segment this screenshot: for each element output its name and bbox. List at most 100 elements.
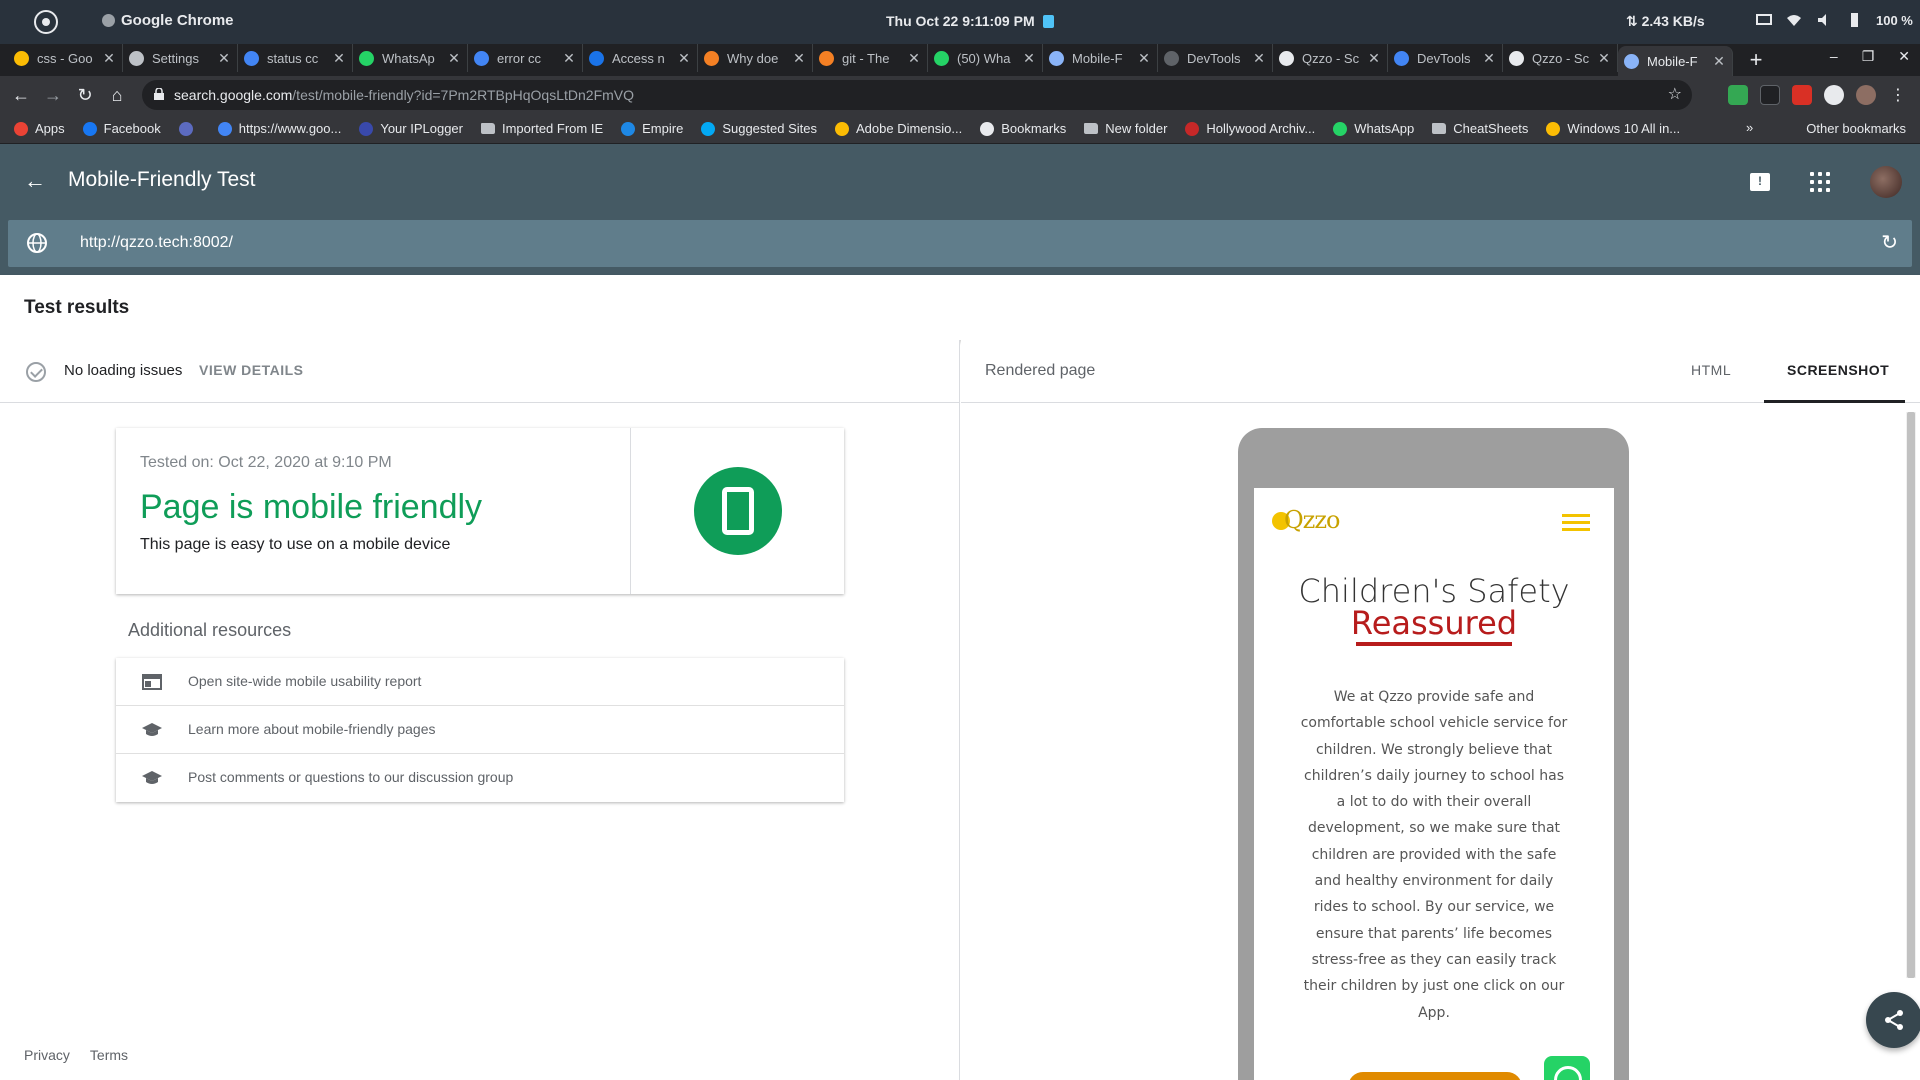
tab-close-icon[interactable]: ✕	[1367, 50, 1381, 67]
bookmarks-overflow-button[interactable]: »	[1746, 120, 1753, 135]
tab-favicon-icon	[474, 50, 489, 66]
extension-plug-icon[interactable]	[1760, 85, 1780, 105]
feedback-icon[interactable]	[1750, 173, 1770, 191]
tab-html[interactable]: HTML	[1691, 362, 1731, 378]
menu-kebab-icon[interactable]: ⋮	[1888, 85, 1908, 105]
home-icon[interactable]: ⌂	[104, 82, 130, 108]
tab-close-icon[interactable]: ✕	[1482, 50, 1496, 67]
battery-level: 100 %	[1876, 12, 1913, 28]
tab-label: Why doe	[727, 50, 779, 66]
bookmark-item[interactable]: Bookmarks	[980, 121, 1066, 136]
bookmark-item[interactable]: WhatsApp	[1333, 121, 1414, 136]
browser-tab[interactable]: Mobile-F ✕	[1043, 44, 1158, 72]
apps-grid-icon[interactable]	[1810, 172, 1830, 192]
tab-favicon-icon	[1049, 50, 1064, 66]
browser-tab[interactable]: DevTools ✕	[1388, 44, 1503, 72]
cta-button	[1348, 1072, 1522, 1080]
bookmark-item[interactable]: Imported From IE	[480, 121, 603, 136]
browser-tab[interactable]: Qzzo - Sc ✕	[1503, 44, 1618, 72]
address-bar[interactable]: search.google.com/test/mobile-friendly?i…	[142, 80, 1692, 110]
browser-tab[interactable]: WhatsAp ✕	[353, 44, 468, 72]
tab-close-icon[interactable]: ✕	[1022, 50, 1036, 67]
bookmark-favicon-icon	[359, 121, 374, 136]
browser-tab[interactable]: git - The ✕	[813, 44, 928, 72]
forward-icon[interactable]: →	[40, 82, 66, 108]
bookmark-item[interactable]: CheatSheets	[1432, 121, 1528, 136]
bookmark-item[interactable]: Adobe Dimensio...	[835, 121, 962, 136]
new-tab-button[interactable]: +	[1741, 47, 1771, 73]
tab-label: error cc	[497, 50, 542, 66]
view-details-button[interactable]: VIEW DETAILS	[199, 362, 304, 378]
browser-tab[interactable]: css - Goo ✕	[8, 44, 123, 72]
tab-close-icon[interactable]: ✕	[102, 50, 116, 67]
tab-close-icon[interactable]: ✕	[1137, 50, 1151, 67]
tab-label: Access n	[612, 50, 665, 66]
avatar[interactable]	[1870, 166, 1902, 198]
bookmark-item[interactable]	[178, 121, 200, 136]
browser-tab[interactable]: Qzzo - Sc ✕	[1273, 44, 1388, 72]
browser-tab[interactable]: DevTools ✕	[1158, 44, 1273, 72]
tab-screenshot[interactable]: SCREENSHOT	[1787, 362, 1889, 378]
minimize-button[interactable]: –	[1830, 48, 1838, 65]
reload-icon[interactable]: ↻	[72, 82, 98, 108]
bookmark-item[interactable]: New folder	[1084, 121, 1167, 136]
profile-avatar[interactable]	[1856, 85, 1876, 105]
retest-refresh-icon[interactable]: ↻	[1881, 230, 1898, 255]
clock[interactable]: Thu Oct 22 9:11:09 PM	[886, 13, 1054, 29]
back-icon[interactable]: ←	[8, 82, 34, 108]
resource-discussion-group[interactable]: Post comments or questions to our discus…	[116, 754, 844, 802]
tab-close-icon[interactable]: ✕	[1252, 50, 1266, 67]
tab-label: css - Goo	[37, 50, 93, 66]
tab-close-icon[interactable]: ✕	[792, 50, 806, 67]
browser-tab[interactable]: Access n ✕	[583, 44, 698, 72]
tab-label: DevTools	[1187, 50, 1241, 66]
privacy-link[interactable]: Privacy	[24, 1047, 70, 1063]
extensions-puzzle-icon[interactable]	[1824, 85, 1844, 105]
resource-usability-report[interactable]: Open site-wide mobile usability report	[116, 658, 844, 706]
bookmark-label: Bookmarks	[1001, 121, 1067, 136]
browser-tab[interactable]: Settings ✕	[123, 44, 238, 72]
tab-close-icon[interactable]: ✕	[562, 50, 576, 67]
maximize-button[interactable]: ❐	[1862, 48, 1875, 65]
browser-tab[interactable]: (50) Wha ✕	[928, 44, 1043, 72]
extension-red-icon[interactable]	[1792, 85, 1812, 105]
browser-tab[interactable]: error cc ✕	[468, 44, 583, 72]
right-pane: Rendered page HTML SCREENSHOT Qzzo Child…	[961, 340, 1920, 1080]
scrollbar-thumb[interactable]	[1907, 412, 1915, 978]
browser-tab[interactable]: status cc ✕	[238, 44, 353, 72]
bookmark-favicon-icon	[835, 121, 849, 136]
extension-shield-icon[interactable]	[1728, 85, 1748, 105]
extensions-area: ⋮	[1728, 85, 1908, 105]
bookmark-item[interactable]: Apps	[14, 121, 65, 136]
browser-tab[interactable]: Mobile-F ✕	[1618, 46, 1733, 76]
launcher-icon[interactable]	[34, 10, 58, 34]
browser-tab[interactable]: Why doe ✕	[698, 44, 813, 72]
system-tray[interactable]: 100 %	[1756, 12, 1913, 28]
bookmark-item[interactable]: Windows 10 All in...	[1546, 121, 1680, 136]
share-button[interactable]	[1866, 992, 1920, 1048]
terms-link[interactable]: Terms	[90, 1047, 128, 1063]
back-arrow-icon[interactable]: ←	[24, 168, 46, 194]
bookmark-item[interactable]: Empire	[621, 121, 683, 136]
tab-close-icon[interactable]: ✕	[217, 50, 231, 67]
bookmark-item[interactable]: https://www.goo...	[217, 121, 341, 136]
close-window-button[interactable]: ✕	[1898, 48, 1910, 65]
bookmark-item[interactable]: Hollywood Archiv...	[1185, 121, 1315, 136]
report-icon	[142, 674, 162, 690]
browser-toolbar: ← → ↻ ⌂ search.google.com/test/mobile-fr…	[0, 76, 1920, 114]
tab-close-icon[interactable]: ✕	[677, 50, 691, 67]
tab-favicon-icon	[934, 50, 949, 66]
bookmark-item[interactable]: Your IPLogger	[359, 121, 463, 136]
tab-close-icon[interactable]: ✕	[1597, 50, 1611, 67]
resource-learn-more[interactable]: Learn more about mobile-friendly pages	[116, 706, 844, 754]
scrollbar[interactable]	[1906, 412, 1916, 978]
bookmark-item[interactable]: Facebook	[82, 121, 161, 136]
tab-close-icon[interactable]: ✕	[907, 50, 921, 67]
bookmark-item[interactable]: Suggested Sites	[701, 121, 817, 136]
tab-close-icon[interactable]: ✕	[332, 50, 346, 67]
tab-close-icon[interactable]: ✕	[447, 50, 461, 67]
bookmark-star-icon[interactable]: ☆	[1668, 80, 1682, 110]
tested-url-row[interactable]: http://qzzo.tech:8002/ ↻	[8, 220, 1912, 267]
other-bookmarks[interactable]: Other bookmarks	[1785, 121, 1906, 136]
tab-close-icon[interactable]: ✕	[1712, 53, 1726, 70]
